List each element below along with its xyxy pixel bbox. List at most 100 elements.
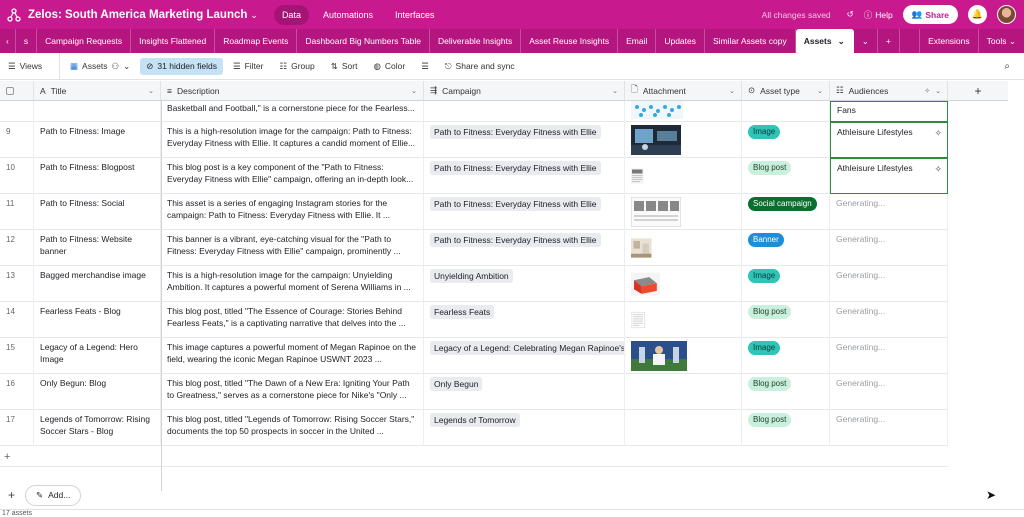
campaign-cell[interactable]: Legends of Tomorrow	[424, 410, 625, 446]
audiences-cell[interactable]: Generating...	[830, 194, 948, 230]
attachment-thumbnail[interactable]	[631, 341, 687, 371]
attachment-cell[interactable]	[625, 302, 742, 338]
asset-type-cell[interactable]: Blog post	[742, 410, 830, 446]
select-all-checkbox[interactable]	[0, 81, 34, 101]
asset-type-cell[interactable]: Banner	[742, 230, 830, 266]
campaign-link-pill[interactable]: Only Begun	[430, 377, 483, 391]
ai-sparkle-icon[interactable]: ✧	[934, 127, 942, 139]
attachment-thumbnail[interactable]	[631, 101, 683, 119]
asset-type-cell[interactable]: Blog post	[742, 158, 830, 194]
audiences-cell[interactable]: Generating...	[830, 338, 948, 374]
hidden-fields-button[interactable]: ⊘ 31 hidden fields	[140, 57, 223, 75]
table-row[interactable]: 10 Path to Fitness: Blogpost This blog p…	[0, 158, 948, 194]
table-row[interactable]: 9 Path to Fitness: Image This is a high-…	[0, 122, 948, 158]
attachment-cell[interactable]	[625, 338, 742, 374]
attachment-thumbnail[interactable]	[631, 233, 663, 263]
search-icon[interactable]: ⌕	[998, 58, 1020, 75]
add-record-plus-icon[interactable]: +	[8, 488, 15, 502]
table-row[interactable]: 13 Bagged merchandise image This is a hi…	[0, 266, 948, 302]
audiences-cell[interactable]: Generating...	[830, 410, 948, 446]
table-row[interactable]: 14 Fearless Feats - Blog This blog post,…	[0, 302, 948, 338]
column-header-audiences[interactable]: ☷ Audiences ✧ ⌄	[830, 81, 948, 101]
column-header-asset-type[interactable]: ⊙ Asset type ⌄	[742, 81, 830, 101]
audiences-cell[interactable]: Generating...	[830, 230, 948, 266]
row-height-button[interactable]: ☰	[415, 58, 435, 75]
column-header-description[interactable]: ≡ Description ⌄	[161, 81, 424, 101]
attachment-thumbnail[interactable]	[631, 305, 657, 335]
attachment-cell[interactable]	[625, 410, 742, 446]
asset-type-cell[interactable]: Blog post	[742, 374, 830, 410]
ai-sparkle-icon[interactable]: ✧	[934, 163, 942, 175]
asset-type-cell[interactable]	[742, 101, 830, 122]
tabs-scroll-left-icon[interactable]: ‹	[0, 29, 16, 53]
title-cell[interactable]: Legacy of a Legend: Hero Image	[34, 338, 161, 374]
attachment-cell[interactable]	[625, 158, 742, 194]
campaign-link-pill[interactable]: Path to Fitness: Everyday Fitness with E…	[430, 233, 601, 247]
audiences-cell[interactable]: Fans	[830, 101, 948, 122]
title-cell[interactable]: Only Begun: Blog	[34, 374, 161, 410]
attachment-cell[interactable]	[625, 374, 742, 410]
description-cell[interactable]: This is a high-resolution image for the …	[161, 266, 424, 302]
attachment-thumbnail[interactable]	[631, 269, 669, 299]
table-row[interactable]: 15 Legacy of a Legend: Hero Image This i…	[0, 338, 948, 374]
extensions-button[interactable]: Extensions	[919, 29, 978, 53]
table-row[interactable]: Basketball and Football," is a cornersto…	[0, 101, 948, 122]
title-cell[interactable]: Path to Fitness: Website banner	[34, 230, 161, 266]
attachment-cell[interactable]	[625, 230, 742, 266]
description-cell[interactable]: This blog post is a key component of the…	[161, 158, 424, 194]
all-tables-chevron-icon[interactable]: ⌄	[854, 29, 878, 53]
title-cell[interactable]: Legends of Tomorrow: Rising Soccer Stars…	[34, 410, 161, 446]
attachment-cell[interactable]	[625, 101, 742, 122]
asset-type-cell[interactable]: Image	[742, 338, 830, 374]
attachment-thumbnail[interactable]	[631, 197, 681, 227]
asset-type-cell[interactable]: Social campaign	[742, 194, 830, 230]
attachment-thumbnail[interactable]	[631, 161, 656, 191]
table-row[interactable]: 16 Only Begun: Blog This blog post, titl…	[0, 374, 948, 410]
title-cell[interactable]: Bagged merchandise image	[34, 266, 161, 302]
campaign-link-pill[interactable]: Legends of Tomorrow	[430, 413, 520, 427]
audiences-cell[interactable]: Generating...	[830, 302, 948, 338]
campaign-link-pill[interactable]: Fearless Feats	[430, 305, 495, 319]
add-field-plus-icon[interactable]: +	[948, 81, 1008, 101]
base-logo-icon[interactable]	[0, 7, 28, 22]
filter-button[interactable]: ☰ Filter	[227, 58, 270, 75]
asset-type-cell[interactable]: Image	[742, 122, 830, 158]
campaign-cell[interactable]	[424, 101, 625, 122]
tab-dashboard-big-numbers[interactable]: Dashboard Big Numbers Table	[297, 29, 431, 53]
title-cell[interactable]: Path to Fitness: Social	[34, 194, 161, 230]
audiences-cell[interactable]: Generating...	[830, 266, 948, 302]
tab-campaign-requests[interactable]: Campaign Requests	[37, 29, 132, 53]
description-cell[interactable]: This banner is a vibrant, eye-catching v…	[161, 230, 424, 266]
nav-data[interactable]: Data	[273, 4, 309, 25]
campaign-cell[interactable]: Path to Fitness: Everyday Fitness with E…	[424, 158, 625, 194]
attachment-cell[interactable]	[625, 266, 742, 302]
tools-button[interactable]: Tools ⌄	[977, 29, 1024, 53]
campaign-link-pill[interactable]: Legacy of a Legend: Celebrating Megan Ra…	[430, 341, 624, 355]
audiences-cell[interactable]: Athleisure Lifestyles ✧	[830, 122, 948, 158]
color-button[interactable]: ◍ Color	[367, 58, 411, 75]
nav-interfaces[interactable]: Interfaces	[387, 5, 443, 25]
audiences-cell[interactable]: Generating...	[830, 374, 948, 410]
asset-type-cell[interactable]: Image	[742, 266, 830, 302]
add-menu-button[interactable]: ✎ Add...	[25, 484, 82, 506]
campaign-cell[interactable]: Only Begun	[424, 374, 625, 410]
description-cell[interactable]: This is a high-resolution image for the …	[161, 122, 424, 158]
tab-insights-flattened[interactable]: Insights Flattened	[131, 29, 216, 53]
campaign-link-pill[interactable]: Path to Fitness: Everyday Fitness with E…	[430, 161, 601, 175]
campaign-cell[interactable]: Path to Fitness: Everyday Fitness with E…	[424, 122, 625, 158]
description-cell[interactable]: Basketball and Football," is a cornersto…	[161, 101, 424, 122]
description-cell[interactable]: This blog post, titled "Legends of Tomor…	[161, 410, 424, 446]
tab-asset-reuse-insights[interactable]: Asset Reuse Insights	[521, 29, 619, 53]
table-row[interactable]: 12 Path to Fitness: Website banner This …	[0, 230, 948, 266]
campaign-link-pill[interactable]: Path to Fitness: Everyday Fitness with E…	[430, 197, 601, 211]
table-row[interactable]: 11 Path to Fitness: Social This asset is…	[0, 194, 948, 230]
attachment-cell[interactable]	[625, 122, 742, 158]
table-row[interactable]: 17 Legends of Tomorrow: Rising Soccer St…	[0, 410, 948, 446]
column-header-title[interactable]: A Title ⌄	[34, 81, 161, 101]
sort-button[interactable]: ⇅ Sort	[325, 58, 364, 75]
group-button[interactable]: ☷ Group	[273, 58, 320, 75]
campaign-cell[interactable]: Path to Fitness: Everyday Fitness with E…	[424, 230, 625, 266]
history-icon[interactable]: ↺	[847, 9, 854, 20]
campaign-link-pill[interactable]: Unyielding Ambition	[430, 269, 513, 283]
asset-type-cell[interactable]: Blog post	[742, 302, 830, 338]
